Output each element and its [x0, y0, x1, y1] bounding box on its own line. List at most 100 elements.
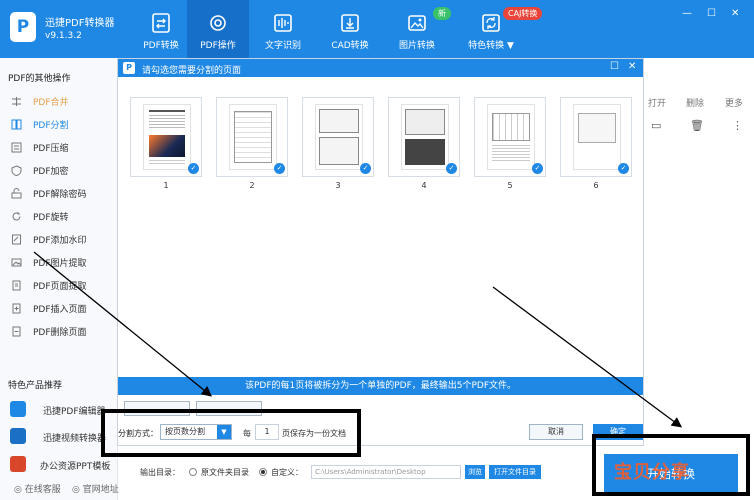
sidebar-item-label: PDF删除页面: [33, 328, 87, 338]
page-selected-check[interactable]: ✓: [618, 163, 629, 174]
maximize-button[interactable]: ☐: [707, 8, 716, 19]
page-number: 4: [421, 181, 427, 190]
cancel-button[interactable]: 取消: [529, 424, 583, 440]
tab-label: 特色转换 ▼: [468, 41, 514, 51]
page-selected-check[interactable]: ✓: [360, 163, 371, 174]
official-site-link[interactable]: ◎ 官网地址: [72, 482, 119, 495]
sidebar-item-remove-password[interactable]: PDF解除密码: [0, 183, 118, 205]
page-thumbnail[interactable]: ✓: [130, 97, 202, 177]
sidebar-item-image-extract[interactable]: PDF图片提取: [0, 252, 118, 274]
tab-pdf-convert[interactable]: PDF转换: [130, 0, 192, 58]
tab-label: CAD转换: [331, 41, 369, 51]
output-path-input[interactable]: C:\Users\Administrator\Desktop: [311, 465, 461, 479]
page-thumbnail[interactable]: ✓: [302, 97, 374, 177]
tab-label: 图片转换: [398, 41, 435, 51]
rotate-icon: [12, 212, 21, 221]
featured-label: 迅捷PDF编辑器: [43, 407, 106, 417]
page-preview: [401, 104, 449, 170]
special-icon: [482, 14, 500, 32]
dialog-title-bar: P 请勾选您需要分割的页面 ☐ ✕: [118, 59, 643, 77]
sidebar-item-compress[interactable]: PDF压缩: [0, 137, 118, 159]
sidebar-item-insert-page[interactable]: PDF插入页面: [0, 298, 118, 320]
page-thumbnail[interactable]: ✓: [216, 97, 288, 177]
original-folder-label: 原文件夹目录: [201, 468, 249, 477]
tab-cad-convert[interactable]: CAD转换: [319, 0, 381, 58]
sidebar-item-split[interactable]: PDF分割: [0, 114, 118, 136]
sidebar-item-label: PDF页面提取: [33, 282, 87, 292]
page-extract-icon: [12, 280, 21, 291]
delete-action[interactable]: 删除: [686, 96, 704, 109]
sidebar-heading: PDF的其他操作: [8, 74, 71, 84]
page-thumbnail[interactable]: ✓: [388, 97, 460, 177]
page-selected-check[interactable]: ✓: [446, 163, 457, 174]
sidebar-item-delete-page[interactable]: PDF删除页面: [0, 321, 118, 343]
page-preview: [143, 104, 191, 170]
output-directory-row: 输出目录： 原文件夹目录 自定义： C:\Users\Administrator…: [118, 462, 608, 482]
compress-icon: [11, 142, 22, 153]
sidebar-item-label: PDF图片提取: [33, 259, 87, 269]
open-folder-button[interactable]: 打开文件目录: [489, 465, 541, 479]
delete-page-icon: [12, 326, 21, 337]
page-number: 6: [593, 181, 599, 190]
annotation-box-start-button: [592, 434, 750, 496]
browse-button[interactable]: 浏览: [465, 465, 485, 479]
image-extract-icon: [11, 258, 22, 267]
custom-folder-label: 自定义：: [271, 468, 303, 477]
custom-folder-radio[interactable]: [259, 468, 267, 476]
app-title: 迅捷PDF转换器: [45, 18, 115, 29]
page-preview: [487, 104, 535, 170]
sidebar-item-encrypt[interactable]: PDF加密: [0, 160, 118, 182]
original-folder-radio[interactable]: [189, 468, 197, 476]
app-version: v9.1.3.2: [45, 31, 82, 41]
featured-label: 迅捷视频转换器: [43, 434, 107, 444]
page-selected-check[interactable]: ✓: [188, 163, 199, 174]
page-selected-check[interactable]: ✓: [532, 163, 543, 174]
image-icon: [408, 15, 426, 31]
sidebar-item-rotate[interactable]: PDF旋转: [0, 206, 118, 228]
caj-badge: CAJ转换: [503, 7, 543, 20]
page-preview: [315, 104, 363, 170]
open-action[interactable]: 打开: [648, 96, 666, 109]
page-number: 1: [163, 181, 169, 190]
dialog-close-button[interactable]: ✕: [628, 61, 636, 72]
folder-icon[interactable]: ▭: [651, 119, 661, 132]
minimize-button[interactable]: —: [682, 8, 692, 19]
sidebar-item-page-extract[interactable]: PDF页面提取: [0, 275, 118, 297]
page-number: 3: [335, 181, 341, 190]
featured-heading: 特色产品推荐: [8, 381, 63, 391]
page-thumbnail[interactable]: ✓: [560, 97, 632, 177]
lock-icon: [11, 165, 22, 176]
page-preview: [229, 104, 277, 170]
more-icon[interactable]: ⋮: [732, 119, 743, 132]
ocr-icon: [274, 14, 292, 32]
dialog-logo: P: [123, 62, 135, 74]
sidebar-item-merge[interactable]: PDF合并: [0, 91, 118, 113]
convert-icon: [152, 13, 170, 33]
pdf-editor-icon: [10, 401, 26, 417]
more-action[interactable]: 更多: [725, 96, 743, 109]
sidebar-item-label: PDF压缩: [33, 144, 69, 154]
featured-ppt-templates[interactable]: 办公资源PPT模板: [0, 454, 118, 476]
dialog-maximize-button[interactable]: ☐: [610, 61, 619, 72]
sidebar-item-label: PDF旋转: [33, 213, 69, 223]
app-header: P 迅捷PDF转换器 v9.1.3.2 PDF转换 PDF操作 文字识别 CAD…: [0, 0, 754, 58]
tab-pdf-operations[interactable]: PDF操作: [187, 0, 249, 58]
page-thumbnails: ✓ 1 ✓ 2 ✓ 3 ✓ 4 ✓ 5 ✓ 6: [118, 77, 643, 377]
page-number: 2: [249, 181, 255, 190]
page-selected-check[interactable]: ✓: [274, 163, 285, 174]
new-badge: 新: [433, 7, 451, 20]
page-thumbnail[interactable]: ✓: [474, 97, 546, 177]
page-number: 5: [507, 181, 513, 190]
sidebar-item-add-watermark[interactable]: PDF添加水印: [0, 229, 118, 251]
insert-page-icon: [12, 303, 21, 314]
split-icon: [11, 119, 22, 130]
trash-icon[interactable]: 🗑: [690, 119, 704, 132]
tab-ocr[interactable]: 文字识别: [252, 0, 314, 58]
split-info-bar: 该PDF的每1页将被拆分为一个单独的PDF，最终输出5个PDF文件。: [118, 377, 643, 395]
watermark-icon: [12, 234, 21, 245]
ppt-templates-icon: [10, 456, 26, 472]
close-button[interactable]: ✕: [731, 8, 739, 19]
online-service-link[interactable]: ◎ 在线客服: [14, 482, 61, 495]
gear-icon: [210, 15, 226, 31]
official-site-label: 官网地址: [82, 485, 119, 495]
